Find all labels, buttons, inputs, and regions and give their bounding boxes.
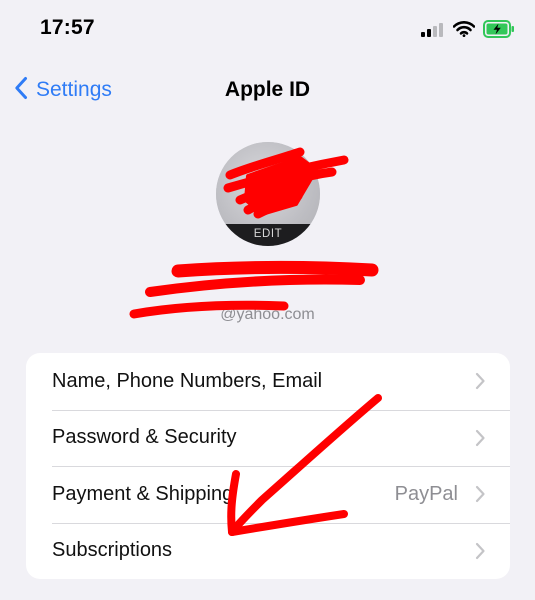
status-time: 17:57 <box>40 16 95 39</box>
menu-item-label: Payment & Shipping <box>52 482 234 505</box>
nav-bar: Settings Apple ID <box>0 64 535 116</box>
menu-item-password-security[interactable]: Password & Security <box>26 409 510 467</box>
status-icons <box>421 19 515 43</box>
chevron-right-icon <box>475 373 485 390</box>
chevron-right-icon <box>475 429 485 446</box>
status-bar: 17:57 <box>0 0 535 60</box>
menu-item-label: Password & Security <box>52 426 237 449</box>
page-title: Apple ID <box>224 78 311 101</box>
menu-item-label: Subscriptions <box>52 539 173 562</box>
name-redaction-stroke <box>171 260 379 278</box>
profile-email: @yahoo.com <box>220 306 315 323</box>
cellular-signal-icon <box>421 21 445 42</box>
menu-item-subscriptions[interactable]: Subscriptions <box>26 522 510 580</box>
menu-item-name-phone-email[interactable]: Name, Phone Numbers, Email <box>26 353 510 410</box>
menu-item-value: PayPal <box>394 482 458 505</box>
avatar[interactable]: EDIT <box>216 142 320 246</box>
wifi-icon <box>452 20 476 42</box>
name-redaction-stroke-2 <box>145 274 365 297</box>
chevron-right-icon <box>475 542 485 559</box>
menu-item-label: Name, Phone Numbers, Email <box>52 369 323 392</box>
battery-charging-icon <box>483 19 515 43</box>
chevron-right-icon <box>475 486 485 503</box>
menu-item-payment-shipping[interactable]: Payment & Shipping PayPal <box>26 466 510 523</box>
avatar-edit-button[interactable]: EDIT <box>216 224 320 246</box>
apple-id-menu: Name, Phone Numbers, Email Password & Se… <box>26 353 510 579</box>
